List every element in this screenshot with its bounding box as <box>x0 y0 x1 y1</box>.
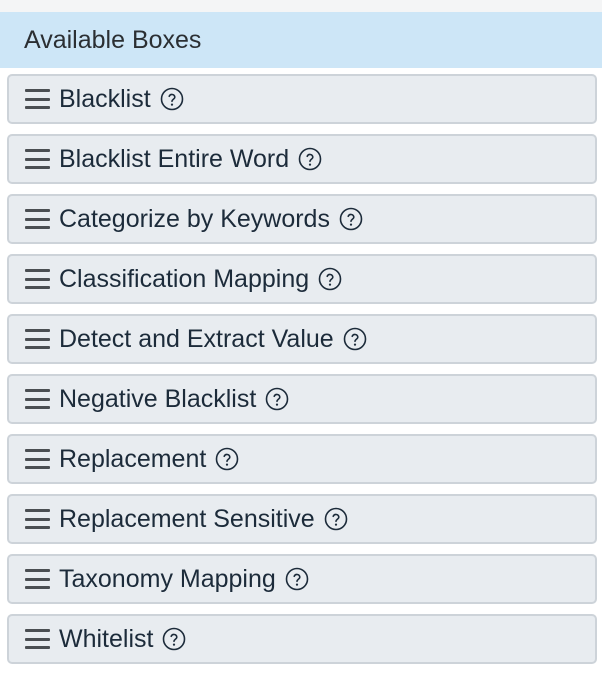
box-item[interactable]: Taxonomy Mapping <box>7 554 597 604</box>
box-label: Whitelist <box>59 624 154 653</box>
box-label: Blacklist Entire Word <box>59 144 290 173</box>
drag-handle-icon[interactable] <box>25 89 50 109</box>
question-circle-icon[interactable] <box>318 267 342 291</box>
question-circle-icon[interactable] <box>215 447 239 471</box>
box-item[interactable]: Replacement Sensitive <box>7 494 597 544</box>
drag-handle-icon[interactable] <box>25 509 50 529</box>
question-circle-icon[interactable] <box>265 387 289 411</box>
drag-handle-icon[interactable] <box>25 149 50 169</box>
box-item[interactable]: Blacklist <box>7 74 597 124</box>
box-label: Replacement <box>59 444 207 473</box>
question-circle-icon[interactable] <box>339 207 363 231</box>
question-circle-icon[interactable] <box>324 507 348 531</box>
box-item[interactable]: Replacement <box>7 434 597 484</box>
panel-title: Available Boxes <box>24 25 202 54</box>
question-circle-icon[interactable] <box>343 327 367 351</box>
top-strip <box>0 0 602 12</box>
box-label: Replacement Sensitive <box>59 504 315 533</box>
box-item[interactable]: Blacklist Entire Word <box>7 134 597 184</box>
drag-handle-icon[interactable] <box>25 329 50 349</box>
question-circle-icon[interactable] <box>298 147 322 171</box>
box-label: Negative Blacklist <box>59 384 257 413</box>
box-item[interactable]: Negative Blacklist <box>7 374 597 424</box>
drag-handle-icon[interactable] <box>25 449 50 469</box>
drag-handle-icon[interactable] <box>25 629 50 649</box>
drag-handle-icon[interactable] <box>25 269 50 289</box>
question-circle-icon[interactable] <box>285 567 309 591</box>
question-circle-icon[interactable] <box>160 87 184 111</box>
drag-handle-icon[interactable] <box>25 209 50 229</box>
box-label: Taxonomy Mapping <box>59 564 276 593</box>
available-boxes-list: Blacklist Blacklist Entire Word Categorize… <box>7 74 597 674</box>
box-item[interactable]: Detect and Extract Value <box>7 314 597 364</box>
box-item[interactable]: Categorize by Keywords <box>7 194 597 244</box>
box-label: Categorize by Keywords <box>59 204 330 233</box>
question-circle-icon[interactable] <box>162 627 186 651</box>
box-label: Detect and Extract Value <box>59 324 334 353</box>
box-item[interactable]: Classification Mapping <box>7 254 597 304</box>
box-item[interactable]: Whitelist <box>7 614 597 664</box>
drag-handle-icon[interactable] <box>25 569 50 589</box>
box-label: Blacklist <box>59 84 151 113</box>
box-label: Classification Mapping <box>59 264 310 293</box>
drag-handle-icon[interactable] <box>25 389 50 409</box>
panel-header: Available Boxes <box>0 12 602 68</box>
